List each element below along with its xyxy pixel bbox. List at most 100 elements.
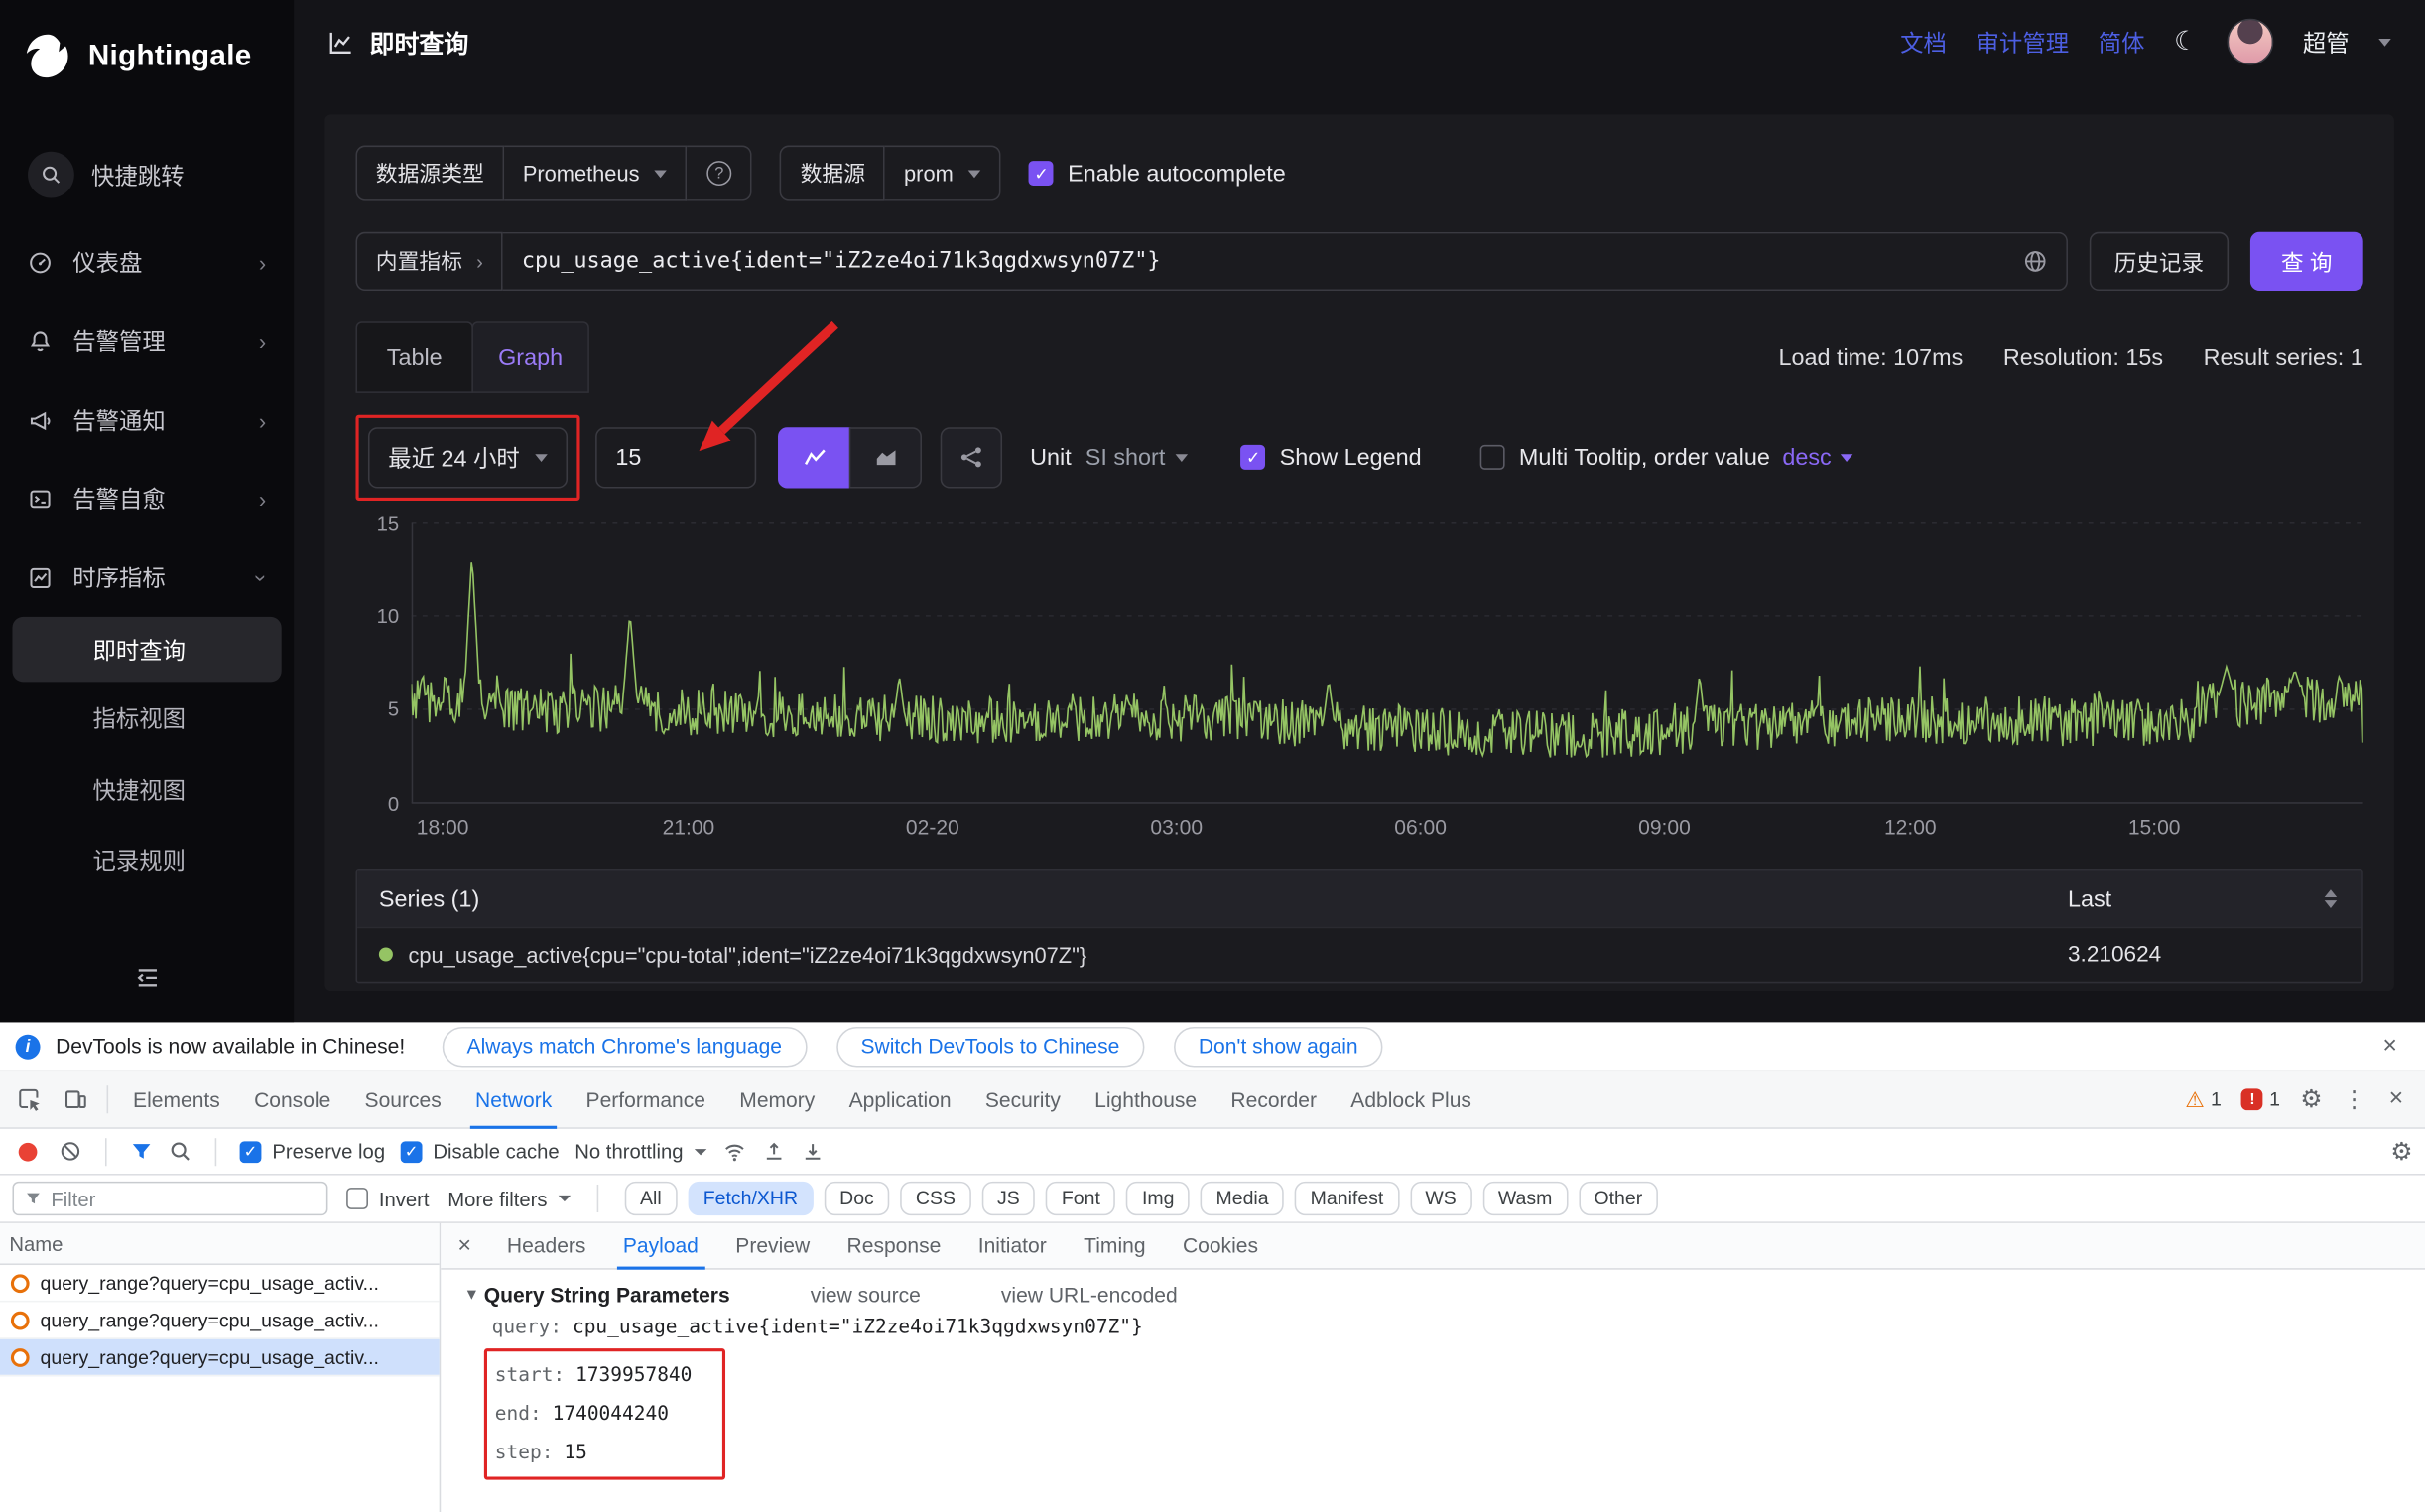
more-filters-button[interactable]: More filters bbox=[447, 1187, 571, 1209]
section-title[interactable]: Query String Parameters bbox=[484, 1284, 730, 1307]
globe-icon[interactable] bbox=[2023, 249, 2048, 274]
filter-funnel-icon[interactable] bbox=[130, 1140, 153, 1163]
inspect-element-icon[interactable] bbox=[6, 1079, 53, 1120]
share-button[interactable] bbox=[941, 427, 1002, 488]
sidebar-collapse-button[interactable] bbox=[0, 949, 294, 1007]
tab-sources[interactable]: Sources bbox=[347, 1071, 457, 1127]
network-conditions-icon[interactable] bbox=[721, 1139, 746, 1164]
record-button[interactable] bbox=[19, 1142, 38, 1161]
tab-headers[interactable]: Headers bbox=[488, 1223, 604, 1268]
sidebar-item-quick-views[interactable]: 快捷视图 bbox=[0, 753, 294, 824]
tab-elements[interactable]: Elements bbox=[116, 1071, 237, 1127]
datasource-select[interactable]: prom bbox=[885, 146, 1001, 201]
multi-tooltip-checkbox[interactable]: Multi Tooltip, order value bbox=[1480, 444, 1770, 470]
request-row[interactable]: query_range?query=cpu_usage_activ... bbox=[0, 1265, 440, 1302]
request-row[interactable]: query_range?query=cpu_usage_activ... bbox=[0, 1302, 440, 1338]
time-range-select[interactable]: 最近 24 小时 bbox=[368, 427, 568, 488]
audit-link[interactable]: 审计管理 bbox=[1977, 26, 2070, 59]
line-chart-button[interactable] bbox=[778, 427, 850, 488]
export-har-icon[interactable] bbox=[762, 1140, 785, 1163]
close-devtools-icon[interactable]: × bbox=[2386, 1085, 2407, 1113]
sidebar-item-instant-query[interactable]: 即时查询 bbox=[12, 617, 281, 682]
pill-ws[interactable]: WS bbox=[1410, 1182, 1472, 1215]
avatar[interactable] bbox=[2228, 19, 2274, 65]
brand[interactable]: Nightingale bbox=[0, 22, 294, 93]
view-source-button[interactable]: view source bbox=[811, 1284, 921, 1307]
name-column-header[interactable]: Name bbox=[0, 1223, 440, 1265]
pill-manifest[interactable]: Manifest bbox=[1295, 1182, 1399, 1215]
tab-console[interactable]: Console bbox=[237, 1071, 347, 1127]
help-button[interactable]: ? bbox=[688, 146, 752, 201]
kebab-menu-icon[interactable]: ⋮ bbox=[2343, 1085, 2365, 1113]
area-chart-button[interactable] bbox=[849, 427, 922, 488]
sort-icon[interactable] bbox=[2325, 889, 2341, 908]
tab-application[interactable]: Application bbox=[831, 1071, 967, 1127]
pill-font[interactable]: Font bbox=[1046, 1182, 1115, 1215]
disable-cache-checkbox[interactable]: ✓ Disable cache bbox=[401, 1140, 560, 1163]
preserve-log-checkbox[interactable]: ✓ Preserve log bbox=[240, 1140, 385, 1163]
tab-payload[interactable]: Payload bbox=[604, 1223, 716, 1268]
tab-performance[interactable]: Performance bbox=[569, 1071, 722, 1127]
tab-preview[interactable]: Preview bbox=[717, 1223, 829, 1268]
step-input[interactable] bbox=[595, 427, 756, 488]
tab-cookies[interactable]: Cookies bbox=[1164, 1223, 1276, 1268]
network-settings-gear-icon[interactable]: ⚙ bbox=[2390, 1136, 2412, 1167]
filter-input[interactable] bbox=[51, 1187, 316, 1209]
pill-js[interactable]: JS bbox=[981, 1182, 1035, 1215]
clear-icon[interactable] bbox=[59, 1140, 81, 1163]
tab-network[interactable]: Network bbox=[458, 1071, 569, 1127]
errors-indicator[interactable]: ! 1 bbox=[2241, 1088, 2280, 1110]
pill-media[interactable]: Media bbox=[1201, 1182, 1284, 1215]
show-legend-checkbox[interactable]: ✓ Show Legend bbox=[1241, 444, 1422, 470]
tab-memory[interactable]: Memory bbox=[722, 1071, 831, 1127]
triangle-expanded-icon[interactable]: ▼ bbox=[464, 1287, 479, 1304]
view-url-encoded-button[interactable]: view URL-encoded bbox=[1001, 1284, 1178, 1307]
tab-graph[interactable]: Graph bbox=[471, 321, 588, 393]
run-query-button[interactable]: 查 询 bbox=[2250, 232, 2363, 291]
pill-wasm[interactable]: Wasm bbox=[1482, 1182, 1568, 1215]
dark-mode-icon[interactable]: ☾ bbox=[2174, 26, 2198, 57]
tab-table[interactable]: Table bbox=[356, 321, 473, 393]
sidebar-item-quick-jump[interactable]: 快捷跳转 bbox=[16, 146, 279, 204]
tab-security[interactable]: Security bbox=[968, 1071, 1078, 1127]
request-row-selected[interactable]: query_range?query=cpu_usage_activ... bbox=[0, 1339, 440, 1376]
tab-initiator[interactable]: Initiator bbox=[959, 1223, 1065, 1268]
sidebar-item-alert-management[interactable]: 告警管理 › bbox=[0, 302, 294, 380]
last-column-header[interactable]: Last bbox=[2068, 885, 2111, 911]
sidebar-item-alert-selfhealing[interactable]: 告警自愈 › bbox=[0, 459, 294, 538]
sidebar-item-dashboards[interactable]: 仪表盘 › bbox=[0, 222, 294, 301]
warnings-indicator[interactable]: ⚠ 1 bbox=[2185, 1086, 2222, 1112]
tab-lighthouse[interactable]: Lighthouse bbox=[1078, 1071, 1213, 1127]
language-link[interactable]: 简体 bbox=[2099, 26, 2145, 59]
pill-other[interactable]: Other bbox=[1579, 1182, 1658, 1215]
invert-checkbox[interactable]: Invert bbox=[346, 1187, 429, 1209]
pill-css[interactable]: CSS bbox=[900, 1182, 970, 1215]
pill-img[interactable]: Img bbox=[1126, 1182, 1190, 1215]
chevron-down-icon[interactable] bbox=[2378, 38, 2390, 46]
close-detail-icon[interactable]: × bbox=[441, 1232, 488, 1258]
order-select[interactable]: desc bbox=[1782, 444, 1852, 470]
sidebar-item-metric-views[interactable]: 指标视图 bbox=[0, 682, 294, 753]
unit-select[interactable]: SI short bbox=[1085, 444, 1189, 470]
tab-recorder[interactable]: Recorder bbox=[1213, 1071, 1334, 1127]
search-icon[interactable] bbox=[169, 1140, 191, 1163]
device-toolbar-icon[interactable] bbox=[53, 1079, 99, 1120]
tab-timing[interactable]: Timing bbox=[1065, 1223, 1164, 1268]
tab-response[interactable]: Response bbox=[829, 1223, 959, 1268]
docs-link[interactable]: 文档 bbox=[1900, 26, 1947, 59]
autocomplete-checkbox[interactable]: ✓ Enable autocomplete bbox=[1029, 160, 1286, 186]
settings-gear-icon[interactable]: ⚙ bbox=[2300, 1084, 2322, 1115]
pill-fetch-xhr[interactable]: Fetch/XHR bbox=[688, 1182, 813, 1215]
pill-doc[interactable]: Doc bbox=[825, 1182, 890, 1215]
promql-input[interactable]: cpu_usage_active{ident="iZ2ze4oi71k3qgdx… bbox=[503, 232, 2068, 291]
plot-area[interactable]: 18:00 21:00 02-20 03:00 06:00 09:00 12:0… bbox=[412, 517, 2363, 848]
match-language-button[interactable]: Always match Chrome's language bbox=[443, 1026, 807, 1067]
builtin-metrics-button[interactable]: 内置指标 › bbox=[356, 232, 504, 291]
series-row[interactable]: cpu_usage_active{cpu="cpu-total",ident="… bbox=[357, 927, 2361, 982]
dont-show-again-button[interactable]: Don't show again bbox=[1174, 1026, 1383, 1067]
pill-all[interactable]: All bbox=[624, 1182, 677, 1215]
sidebar-item-timeseries-metrics[interactable]: 时序指标 › bbox=[0, 538, 294, 616]
sidebar-item-recording-rules[interactable]: 记录规则 bbox=[0, 824, 294, 896]
sidebar-item-alert-notification[interactable]: 告警通知 › bbox=[0, 380, 294, 458]
import-har-icon[interactable] bbox=[801, 1140, 824, 1163]
